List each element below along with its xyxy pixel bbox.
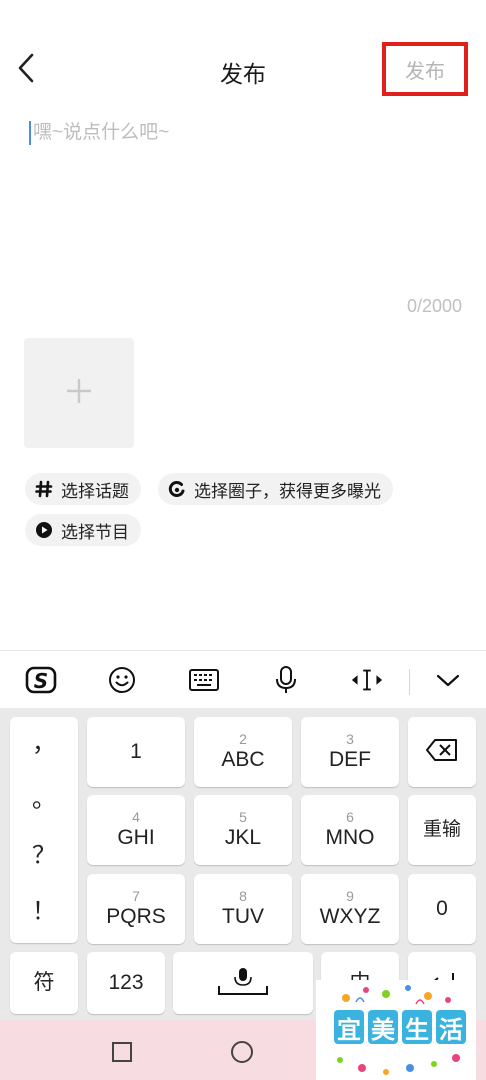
- publish-button[interactable]: 发布: [382, 42, 468, 96]
- symbol-key[interactable]: 符: [10, 952, 78, 1014]
- watermark-char: 宜: [334, 1010, 364, 1044]
- punct-comma-key[interactable]: ，: [10, 723, 78, 758]
- key-8-tuv[interactable]: 8 TUV: [194, 874, 292, 944]
- punctuation-column[interactable]: ， 。 ？ ！: [10, 717, 78, 943]
- text-cursor: [29, 121, 31, 145]
- key-3-def[interactable]: 3 DEF: [301, 717, 399, 787]
- reenter-key[interactable]: 重输: [408, 795, 476, 865]
- backspace-key[interactable]: [408, 717, 476, 787]
- chip-label: 选择圈子，获得更多曝光: [194, 481, 381, 501]
- header: 发布 发布: [0, 0, 486, 110]
- hashtag-icon: [35, 480, 53, 498]
- punct-exclaim-key[interactable]: ！: [10, 891, 78, 926]
- space-key[interactable]: [173, 952, 313, 1014]
- keyboard-icon[interactable]: [187, 664, 221, 696]
- select-circle-chip[interactable]: 选择圈子，获得更多曝光: [158, 473, 393, 505]
- emoji-icon[interactable]: [105, 664, 139, 696]
- key-5-jkl[interactable]: 5 JKL: [194, 795, 292, 865]
- microphone-icon: [213, 964, 273, 1003]
- char-counter: 0/2000: [406, 296, 462, 316]
- plus-icon: [65, 377, 93, 410]
- add-media-button[interactable]: [24, 338, 134, 448]
- circle-icon[interactable]: [230, 1040, 254, 1064]
- key-9-wxyz[interactable]: 9 WXYZ: [301, 874, 399, 944]
- key-4-ghi[interactable]: 4 GHI: [87, 795, 185, 865]
- watermark-char: 美: [368, 1010, 398, 1044]
- square-icon[interactable]: [110, 1040, 134, 1064]
- chip-label: 选择话题: [61, 481, 129, 501]
- svg-text:S: S: [34, 669, 48, 693]
- keyboard-toolbar: S: [0, 650, 486, 708]
- cursor-move-icon[interactable]: [350, 664, 384, 696]
- watermark-char: 生: [402, 1010, 432, 1044]
- select-program-chip[interactable]: 选择节目: [25, 514, 141, 546]
- sogou-logo-icon[interactable]: S: [24, 664, 58, 696]
- microphone-icon[interactable]: [269, 664, 303, 696]
- watermark-char: 活: [436, 1010, 466, 1044]
- key-0[interactable]: 0: [408, 874, 476, 944]
- t9-keyboard: ， 。 ？ ！ 1 2 ABC 3 DEF 4 GHI 5 JKL 6 MNO …: [0, 708, 486, 1020]
- watermark-logo: 宜 美 生 活: [316, 980, 476, 1080]
- play-icon: [35, 521, 53, 539]
- punct-period-key[interactable]: 。: [10, 779, 78, 814]
- backspace-icon: [425, 738, 459, 767]
- select-topic-chip[interactable]: 选择话题: [25, 473, 141, 505]
- numeric-key[interactable]: 123: [87, 952, 165, 1014]
- chevron-down-icon[interactable]: [431, 664, 465, 696]
- chip-label: 选择节目: [61, 522, 129, 542]
- key-1[interactable]: 1: [87, 717, 185, 787]
- key-2-abc[interactable]: 2 ABC: [194, 717, 292, 787]
- post-text-input[interactable]: [33, 118, 453, 148]
- punct-question-key[interactable]: ？: [10, 835, 78, 870]
- key-7-pqrs[interactable]: 7 PQRS: [87, 874, 185, 944]
- circle-swirl-icon: [168, 480, 186, 498]
- key-6-mno[interactable]: 6 MNO: [301, 795, 399, 865]
- toolbar-divider: [409, 669, 410, 695]
